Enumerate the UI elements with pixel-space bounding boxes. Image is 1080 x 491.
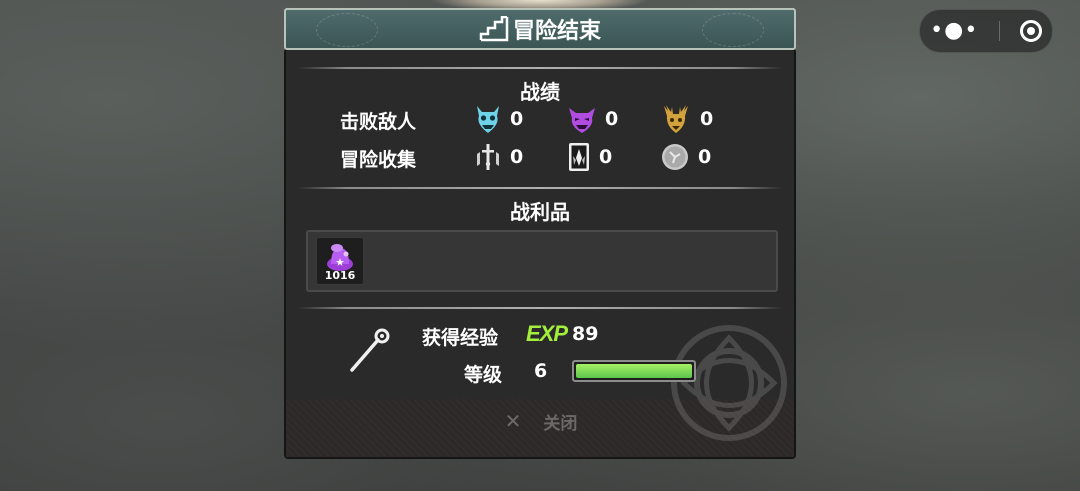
- stairs-icon: [479, 16, 509, 42]
- stat-value: 0: [510, 108, 524, 130]
- purple-demon-mask-icon: [569, 108, 595, 133]
- title-bar: 冒险结束: [284, 8, 796, 50]
- stat-purple-demon: 0: [567, 104, 618, 134]
- close-button[interactable]: ✕ 关闭: [476, 404, 606, 438]
- level-value: 6: [534, 360, 548, 382]
- stat-sword-totem: 0: [474, 142, 523, 172]
- stat-blue-oni: 0: [474, 104, 523, 134]
- blue-oni-mask-icon: [477, 106, 499, 133]
- stat-crystal-card: 0: [567, 142, 612, 172]
- more-dots-icon[interactable]: •●•: [930, 20, 978, 42]
- level-progress-bar: [572, 360, 696, 382]
- staff-weapon-icon: [350, 328, 390, 372]
- silver-coin-icon: [662, 144, 688, 170]
- stat-value: 0: [599, 146, 613, 168]
- decorative-knot-icon: [671, 325, 787, 441]
- close-label: 关闭: [543, 413, 578, 434]
- stat-value: 0: [510, 146, 524, 168]
- record-title: 战绩: [520, 80, 560, 104]
- stat-value: 0: [605, 108, 619, 130]
- loot-item[interactable]: 1016: [316, 237, 364, 285]
- crystal-card-icon: [569, 143, 589, 171]
- stat-value: 0: [700, 108, 714, 130]
- stat-value: 0: [698, 146, 712, 168]
- level-label: 等级: [464, 364, 503, 386]
- loot-box: 1016: [306, 230, 778, 292]
- sword-totem-icon: [477, 144, 499, 170]
- divider: [298, 67, 782, 69]
- target-icon[interactable]: [1019, 20, 1042, 42]
- close-icon: ✕: [504, 409, 522, 433]
- exp-value: 89: [572, 323, 599, 345]
- gold-deer-boss-icon: [664, 105, 688, 133]
- divider: [298, 307, 782, 309]
- adventure-collection-label: 冒险收集: [340, 149, 417, 171]
- exp-label: 获得经验: [422, 327, 499, 349]
- loot-count: 1016: [324, 269, 356, 282]
- result-panel: 战绩 击败敌人 0 0 0 冒险收集 0 0 0 战利品 1016 获得经验 E…: [284, 48, 796, 459]
- level-progress-fill: [576, 364, 692, 378]
- divider: [298, 187, 782, 189]
- mini-program-capsule: •●•: [919, 9, 1053, 53]
- exp-tag: EXP: [526, 321, 568, 346]
- capsule-divider: [998, 21, 1000, 41]
- window-title: 冒险结束: [512, 19, 601, 44]
- loot-title: 战利品: [510, 200, 570, 224]
- defeated-enemies-label: 击败敌人: [340, 111, 417, 133]
- stat-gold-deer: 0: [660, 104, 713, 134]
- stat-silver-coin: 0: [660, 142, 711, 172]
